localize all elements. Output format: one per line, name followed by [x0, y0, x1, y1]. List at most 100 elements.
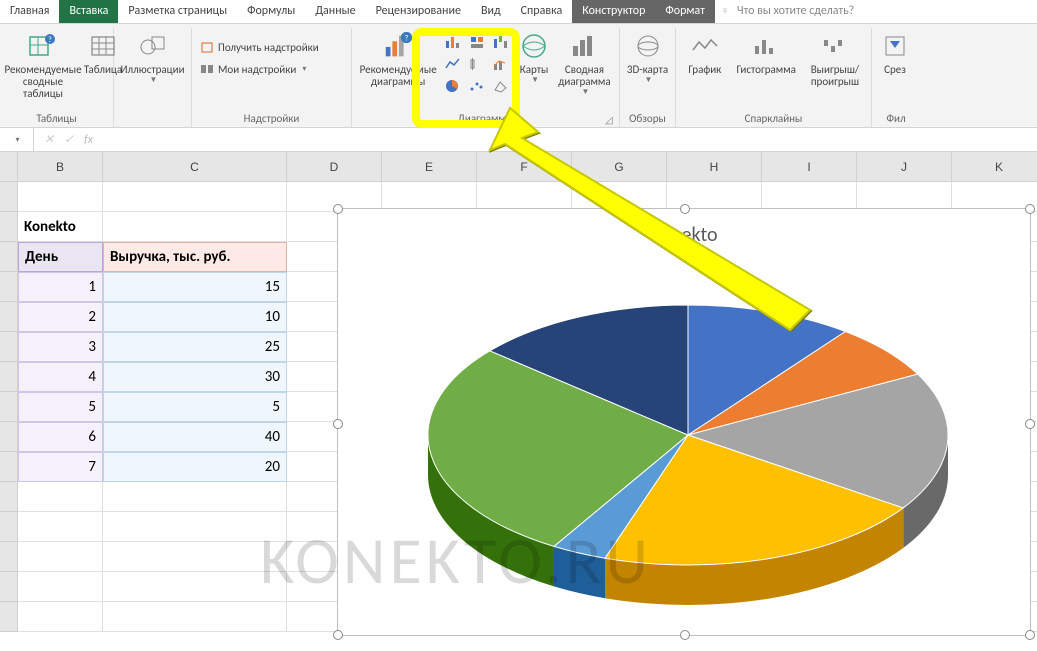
- value-cell[interactable]: 25: [103, 332, 287, 362]
- tab-insert[interactable]: Вставка: [59, 0, 118, 23]
- tell-me-search[interactable]: Что вы хотите сделать?: [715, 0, 864, 23]
- formula-input[interactable]: [103, 128, 1037, 151]
- maps-dropdown[interactable]: Карты ▼: [516, 28, 552, 85]
- column-header[interactable]: D: [287, 152, 382, 182]
- worksheet-cell[interactable]: [103, 482, 287, 512]
- select-all-corner[interactable]: [0, 152, 18, 182]
- sparkline-line-button[interactable]: График: [682, 28, 728, 76]
- column-header[interactable]: K: [952, 152, 1037, 182]
- row-header[interactable]: [0, 452, 18, 482]
- day-cell[interactable]: 5: [18, 392, 103, 422]
- worksheet-cell[interactable]: [103, 182, 287, 212]
- row-header[interactable]: [0, 182, 18, 212]
- pie-chart-dropdown[interactable]: [442, 76, 464, 96]
- scatter-chart-dropdown[interactable]: [466, 76, 488, 96]
- statistic-chart-dropdown[interactable]: [466, 54, 488, 74]
- resize-handle[interactable]: [1025, 630, 1035, 640]
- tab-data[interactable]: Данные: [305, 0, 365, 23]
- value-cell[interactable]: 5: [103, 392, 287, 422]
- column-header[interactable]: F: [477, 152, 572, 182]
- row-header[interactable]: [0, 512, 18, 542]
- column-header[interactable]: J: [857, 152, 952, 182]
- tab-view[interactable]: Вид: [471, 0, 511, 23]
- worksheet-cell[interactable]: [18, 602, 103, 632]
- column-header[interactable]: E: [382, 152, 477, 182]
- value-cell[interactable]: 20: [103, 452, 287, 482]
- row-header[interactable]: [0, 362, 18, 392]
- tab-formulas[interactable]: Формулы: [237, 0, 305, 23]
- column-header[interactable]: C: [103, 152, 287, 182]
- row-header[interactable]: [0, 572, 18, 602]
- chart-title[interactable]: Konekto: [338, 209, 1030, 247]
- row-header[interactable]: [0, 482, 18, 512]
- row-header[interactable]: [0, 212, 18, 242]
- value-cell[interactable]: 15: [103, 272, 287, 302]
- combo-chart-dropdown[interactable]: [490, 54, 512, 74]
- tab-chart-design[interactable]: Конструктор: [572, 0, 655, 23]
- row-header[interactable]: [0, 602, 18, 632]
- resize-handle[interactable]: [333, 204, 343, 214]
- day-cell[interactable]: 2: [18, 302, 103, 332]
- sparkline-column-button[interactable]: Гистограмма: [732, 28, 801, 76]
- waterfall-chart-dropdown[interactable]: [490, 32, 512, 52]
- column-header[interactable]: I: [762, 152, 857, 182]
- pivot-chart-dropdown[interactable]: Сводная диаграмма ▼: [556, 28, 613, 97]
- embedded-chart[interactable]: Konekto: [337, 208, 1031, 636]
- row-header[interactable]: [0, 542, 18, 572]
- value-cell[interactable]: 30: [103, 362, 287, 392]
- day-cell[interactable]: 7: [18, 452, 103, 482]
- column-day-header[interactable]: День: [18, 242, 103, 272]
- resize-handle[interactable]: [680, 630, 690, 640]
- cancel-icon[interactable]: ✕: [44, 132, 54, 147]
- day-cell[interactable]: 4: [18, 362, 103, 392]
- column-chart-dropdown[interactable]: [442, 32, 464, 52]
- recommended-pivot-tables-button[interactable]: ? Рекомендуемые сводные таблицы: [6, 28, 80, 100]
- resize-handle[interactable]: [333, 419, 343, 429]
- worksheet-cell[interactable]: [103, 512, 287, 542]
- row-header[interactable]: [0, 272, 18, 302]
- tab-chart-format[interactable]: Формат: [655, 0, 714, 23]
- worksheet-cell[interactable]: [18, 512, 103, 542]
- illustrations-dropdown[interactable]: Иллюстрации ▼: [120, 28, 185, 85]
- value-cell[interactable]: 40: [103, 422, 287, 452]
- table-title-cell[interactable]: Konekto: [18, 212, 103, 242]
- value-cell[interactable]: 10: [103, 302, 287, 332]
- row-header[interactable]: [0, 392, 18, 422]
- tab-home[interactable]: Главная: [0, 0, 59, 23]
- hierarchy-chart-dropdown[interactable]: [466, 32, 488, 52]
- column-header[interactable]: B: [18, 152, 103, 182]
- column-value-header[interactable]: Выручка, тыс. руб.: [103, 242, 287, 272]
- tab-help[interactable]: Справка: [511, 0, 573, 23]
- charts-dialog-launcher[interactable]: ◿: [605, 113, 617, 125]
- line-chart-dropdown[interactable]: [442, 54, 464, 74]
- worksheet-cell[interactable]: [103, 572, 287, 602]
- day-cell[interactable]: 6: [18, 422, 103, 452]
- recommended-charts-button[interactable]: ? Рекомендуемые диаграммы: [358, 28, 438, 88]
- column-header[interactable]: G: [572, 152, 667, 182]
- resize-handle[interactable]: [333, 630, 343, 640]
- row-header[interactable]: [0, 242, 18, 272]
- resize-handle[interactable]: [1025, 204, 1035, 214]
- tab-page-layout[interactable]: Разметка страницы: [118, 0, 237, 23]
- surface-chart-dropdown[interactable]: [490, 76, 512, 96]
- worksheet-cell[interactable]: [18, 542, 103, 572]
- name-box-dropdown[interactable]: ▾: [0, 128, 34, 151]
- fx-icon[interactable]: fx: [84, 133, 93, 147]
- row-header[interactable]: [0, 302, 18, 332]
- day-cell[interactable]: 1: [18, 272, 103, 302]
- day-cell[interactable]: 3: [18, 332, 103, 362]
- worksheet-cell[interactable]: [103, 212, 287, 242]
- tab-review[interactable]: Рецензирование: [366, 0, 471, 23]
- resize-handle[interactable]: [1025, 419, 1035, 429]
- worksheet-cell[interactable]: [18, 572, 103, 602]
- row-header[interactable]: [0, 332, 18, 362]
- sparkline-winloss-button[interactable]: Выигрыш/ проигрыш: [805, 28, 865, 88]
- get-addins-button[interactable]: Получить надстройки: [198, 38, 321, 56]
- worksheet-cell[interactable]: [103, 602, 287, 632]
- enter-icon[interactable]: ✓: [64, 132, 74, 147]
- worksheet-cell[interactable]: [103, 542, 287, 572]
- row-header[interactable]: [0, 422, 18, 452]
- resize-handle[interactable]: [680, 204, 690, 214]
- worksheet-cell[interactable]: [18, 482, 103, 512]
- worksheet-cell[interactable]: [18, 182, 103, 212]
